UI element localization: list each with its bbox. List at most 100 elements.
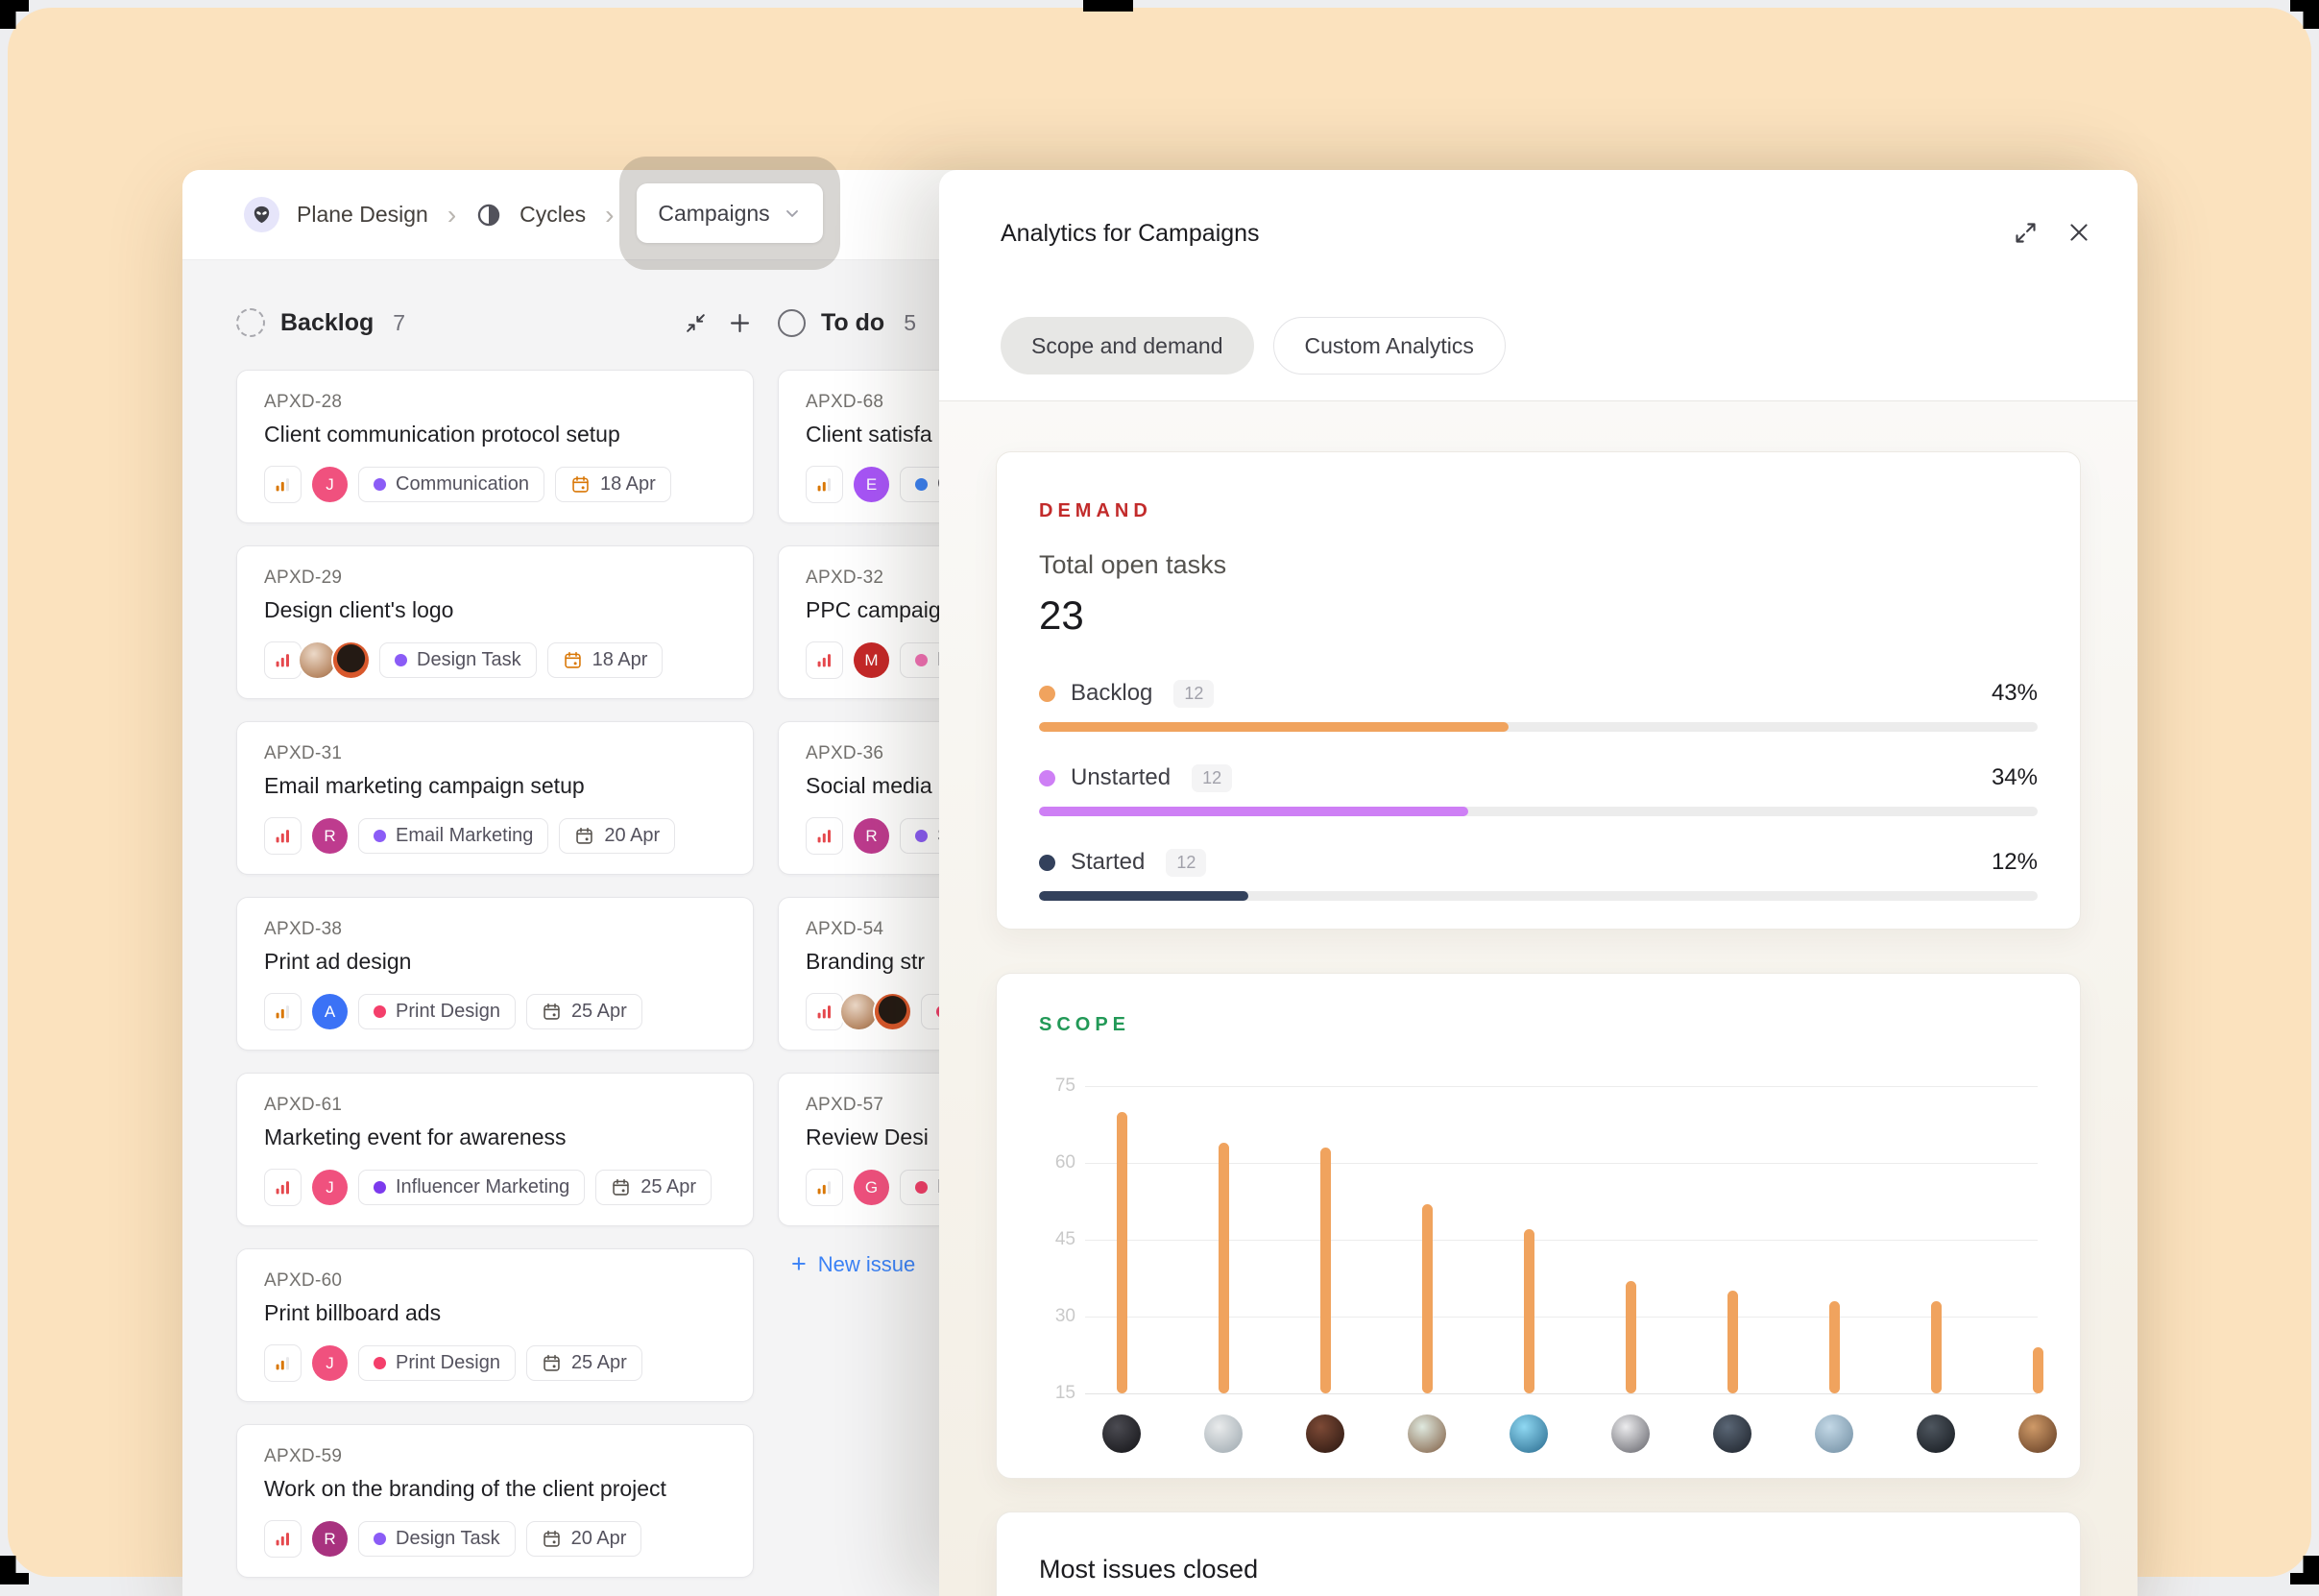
priority-icon[interactable] [264,1169,302,1206]
label-chip[interactable]: Email Marketing [358,818,548,854]
label-text: Influencer Marketing [396,1176,569,1198]
column-count: 7 [393,310,405,336]
modal-actions [2011,218,2093,247]
issue-card[interactable]: APXD-61Marketing event for awareness JIn… [236,1073,754,1226]
priority-icon[interactable] [806,466,843,503]
calendar-icon [574,826,594,846]
priority-icon[interactable] [264,641,302,679]
total-open-tasks-label: Total open tasks [1039,550,1226,580]
assignee-avatar[interactable]: R [854,818,889,854]
label-dot-icon [374,1357,386,1369]
breadcrumb-section[interactable]: Cycles [519,202,586,228]
assignee-avatar[interactable]: A [312,994,348,1029]
assignee-avatar[interactable]: R [312,818,348,854]
due-date-chip[interactable]: 20 Apr [559,818,675,854]
assignee-avatar[interactable] [333,642,369,678]
due-date-text: 25 Apr [571,1001,627,1023]
issue-card[interactable]: APXD-31Email marketing campaign setup RE… [236,721,754,875]
issue-chips: R Email Marketing 20 Apr [264,817,675,855]
chart-gridline [1085,1393,2038,1394]
priority-icon[interactable] [264,817,302,855]
issue-id: APXD-31 [264,743,726,764]
issue-card[interactable]: APXD-29Design client's logo Design Task … [236,545,754,699]
label-chip[interactable]: Print Design [358,1345,516,1381]
label-chip[interactable]: Influencer Marketing [358,1170,585,1205]
label-text: Design Task [396,1528,500,1550]
assignee-avatar[interactable]: J [312,1170,348,1205]
priority-icon[interactable] [806,1169,843,1206]
due-date-text: 20 Apr [604,825,660,847]
priority-icon[interactable] [806,641,843,679]
issue-title: Print billboard ads [264,1300,726,1326]
column-cards: APXD-28 Client communication protocol set… [236,370,754,1578]
campaigns-dropdown-button[interactable]: Campaigns [637,183,822,243]
progress-fill [1039,891,1248,901]
workspace-logo-icon[interactable] [244,197,279,232]
due-date-chip[interactable]: 25 Apr [595,1170,712,1205]
issue-card[interactable]: APXD-28 Client communication protocol set… [236,370,754,523]
label-dot-icon [374,830,386,842]
expand-icon[interactable] [2011,218,2040,247]
assignee-avatar[interactable]: J [312,1345,348,1381]
issue-chips: A Print Design 25 Apr [264,993,642,1030]
assignee-avatar[interactable]: R [312,1521,348,1557]
add-issue-icon[interactable] [725,308,754,337]
chart-tick-label: 30 [1022,1306,1075,1327]
assignee-avatar[interactable]: E [854,467,889,502]
progress-track [1039,722,2038,732]
priority-icon[interactable] [806,817,843,855]
label-chip[interactable]: Print Design [358,994,516,1029]
scope-panel: SCOPE 7560453015 [996,973,2081,1479]
label-dot-icon [915,1181,928,1194]
breadcrumb: Plane Design › Cycles › [244,170,616,259]
label-chip[interactable]: Design Task [379,642,537,678]
tab-scope-and-demand[interactable]: Scope and demand [1001,317,1254,375]
assignee-avatar[interactable] [875,994,910,1029]
label-chip[interactable]: Design Task [358,1521,516,1557]
label-dot-icon [915,654,928,666]
total-open-tasks-value: 23 [1039,592,1084,639]
state-percent: 34% [1992,764,2038,791]
assignee-avatar[interactable] [841,994,877,1029]
assignee-avatar[interactable] [300,642,335,678]
chart-bar [2033,1347,2043,1393]
due-date-chip[interactable]: 20 Apr [526,1521,642,1557]
state-count-badge: 12 [1173,680,1214,708]
state-dot-icon [1039,855,1055,871]
issue-card[interactable]: APXD-38Print ad design APrint Design 25 … [236,897,754,1051]
priority-icon[interactable] [264,993,302,1030]
calendar-icon [542,1529,562,1549]
issue-id: APXD-38 [264,919,726,940]
progress-track [1039,807,2038,816]
collapse-column-icon[interactable] [681,308,710,337]
due-date-chip[interactable]: 25 Apr [526,994,642,1029]
priority-icon[interactable] [806,993,843,1030]
most-issues-closed-title: Most issues closed [1039,1555,1258,1584]
priority-icon[interactable] [264,1520,302,1558]
due-date-text: 20 Apr [571,1528,627,1550]
assignee-avatar[interactable]: G [854,1170,889,1205]
due-date-chip[interactable]: 25 Apr [526,1345,642,1381]
priority-icon[interactable] [264,1344,302,1382]
issue-id: APXD-60 [264,1270,726,1292]
issue-card[interactable]: APXD-59Work on the branding of the clien… [236,1424,754,1578]
assignee-avatar[interactable]: M [854,642,889,678]
due-date-chip[interactable]: 18 Apr [555,467,671,502]
new-issue-label: New issue [818,1252,915,1277]
label-text: Design Task [417,649,521,671]
plus-icon: + [791,1249,807,1279]
priority-icon[interactable] [264,466,302,503]
due-date-chip[interactable]: 18 Apr [547,642,664,678]
todo-state-icon [778,309,806,337]
issue-card[interactable]: APXD-60 Print billboard ads J Print Design… [236,1248,754,1402]
issue-id: APXD-28 [264,392,726,413]
tab-custom-analytics[interactable]: Custom Analytics [1273,317,1506,375]
issue-title: Client communication protocol setup [264,422,726,447]
label-chip[interactable]: Communication [358,467,544,502]
assignee-avatar[interactable]: J [312,467,348,502]
crop-mark-top-center [1083,0,1133,12]
breadcrumb-workspace[interactable]: Plane Design [297,202,428,228]
close-icon[interactable] [2065,218,2093,247]
label-text: Email Marketing [396,825,533,847]
backlog-state-icon [236,308,265,337]
